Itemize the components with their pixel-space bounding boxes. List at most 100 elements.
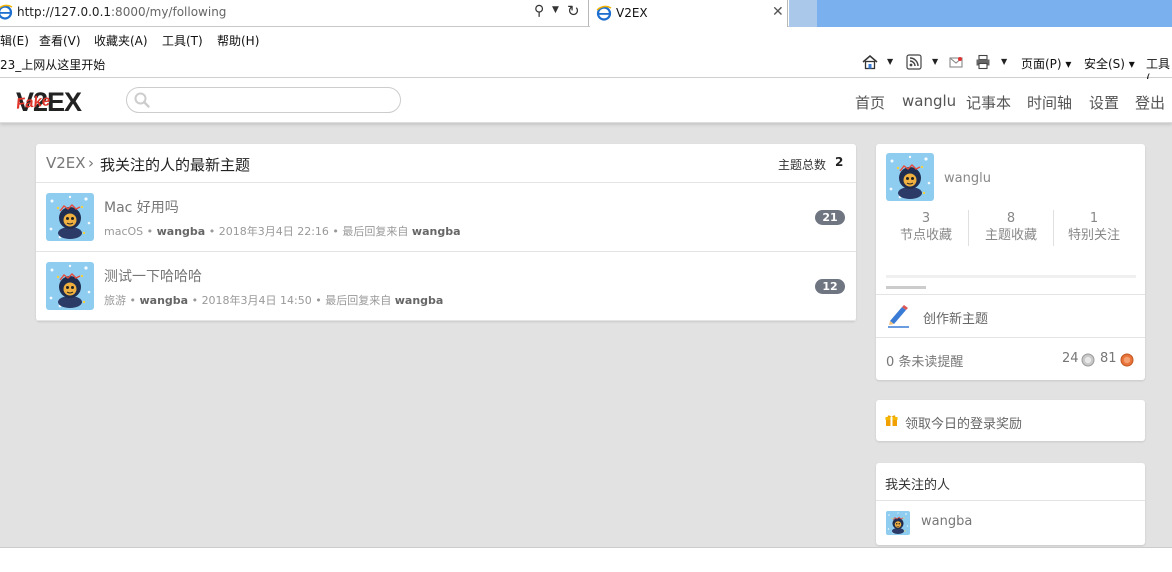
- author-avatar[interactable]: [46, 262, 94, 310]
- tab-ie-icon: [596, 5, 612, 21]
- reply-count-badge[interactable]: 21: [815, 210, 845, 225]
- topic-title[interactable]: Mac 好用吗: [104, 197, 179, 217]
- menu-tools[interactable]: 工具(T): [162, 32, 203, 49]
- home-dropdown-icon[interactable]: ▼: [887, 57, 893, 66]
- user-card: wanglu 3 节点收藏 8 主题收藏 1 特别关注 创作新主题 0 条未读提…: [876, 144, 1145, 380]
- topic-title[interactable]: 测试一下哈哈哈: [104, 266, 202, 286]
- topic-author[interactable]: wangba: [157, 225, 206, 238]
- menu-help[interactable]: 帮助(H): [217, 32, 259, 49]
- topic-meta: 旅游 • wangba • 2018年3月4日 14:50 • 最后回复来自 w…: [104, 294, 444, 307]
- silver-count[interactable]: 24: [1062, 351, 1079, 366]
- feed-dropdown-icon[interactable]: ▼: [932, 57, 938, 66]
- breadcrumb-root[interactable]: V2EX: [46, 154, 86, 172]
- nav-settings[interactable]: 设置: [1089, 92, 1119, 113]
- tab-close-icon[interactable]: ✕: [772, 4, 784, 20]
- topic-total-count: 2: [835, 155, 844, 169]
- last-reply-label: 最后回复来自: [342, 225, 409, 238]
- url-path: :8000/my/following: [111, 5, 227, 19]
- address-dropdown-icon[interactable]: ▼: [552, 5, 559, 15]
- search-icon: [134, 92, 150, 108]
- divider: [876, 500, 1145, 501]
- mail-icon[interactable]: [948, 54, 964, 70]
- favorites-link[interactable]: 23_上网从这里开始: [0, 56, 105, 73]
- refresh-icon[interactable]: ↻: [567, 2, 580, 20]
- title-bar: [817, 0, 1172, 27]
- site-logo[interactable]: V2EX Fake: [15, 85, 108, 117]
- topic-node[interactable]: macOS: [104, 225, 143, 238]
- progress-track: [886, 275, 1136, 278]
- stat-number: 8: [1006, 211, 1016, 226]
- address-search-icon[interactable]: ⚲: [534, 3, 544, 19]
- print-dropdown-icon[interactable]: ▼: [1001, 57, 1007, 66]
- address-bar[interactable]: http://127.0.0.1:8000/my/following ⚲ ▼ ↻: [0, 0, 589, 26]
- topic-time: 2018年3月4日 22:16: [218, 225, 329, 238]
- topic-total-label: 主题总数: [778, 158, 827, 172]
- stat-label: 节点收藏: [899, 228, 952, 243]
- stat-label: 主题收藏: [984, 228, 1037, 243]
- feed-icon[interactable]: [906, 54, 922, 70]
- page-footer: [0, 547, 1172, 572]
- browser-tab[interactable]: V2EX ✕: [590, 0, 788, 27]
- ie-icon: [0, 4, 13, 20]
- pencil-icon[interactable]: [885, 302, 911, 328]
- user-name[interactable]: wanglu: [944, 171, 991, 186]
- followed-user-avatar[interactable]: [886, 511, 910, 535]
- topic-author[interactable]: wangba: [139, 294, 188, 307]
- breadcrumb-separator: ›: [88, 154, 94, 172]
- stat-node-favorites[interactable]: 3 节点收藏: [883, 211, 969, 247]
- safety-menu-label: 安全(S): [1084, 57, 1125, 71]
- url-host: http://127.0.0.1: [17, 5, 112, 19]
- daily-reward-card: 领取今日的登录奖励: [876, 400, 1145, 441]
- bronze-count[interactable]: 81: [1100, 351, 1117, 366]
- favorites-bar: 23_上网从这里开始 ▼ ▼ ▼ 页面(P) ▾ 安全(S) ▾ 工具(: [0, 51, 1172, 86]
- page-menu[interactable]: 页面(P) ▾: [1021, 55, 1071, 72]
- nav-profile[interactable]: wanglu: [902, 92, 956, 110]
- address-url[interactable]: http://127.0.0.1:8000/my/following: [17, 5, 226, 19]
- safety-menu[interactable]: 安全(S) ▾: [1084, 55, 1135, 72]
- divider: [876, 294, 1145, 295]
- topic-row: 测试一下哈哈哈 旅游 • wangba • 2018年3月4日 14:50 • …: [36, 252, 856, 321]
- search-box[interactable]: [126, 87, 401, 113]
- nav-notes[interactable]: 记事本: [966, 92, 1011, 113]
- address-row: http://127.0.0.1:8000/my/following ⚲ ▼ ↻…: [0, 0, 1172, 27]
- gift-icon: [885, 415, 898, 426]
- stat-special-follow[interactable]: 1 特别关注: [1051, 211, 1137, 247]
- following-topics-card: V2EX › 我关注的人的最新主题 主题总数 2 Mac 好用吗 macOS •…: [36, 144, 856, 321]
- last-reply-label: 最后回复来自: [325, 294, 392, 307]
- browser-chrome: http://127.0.0.1:8000/my/following ⚲ ▼ ↻…: [0, 0, 1172, 86]
- home-icon[interactable]: [862, 54, 878, 70]
- author-avatar[interactable]: [46, 193, 94, 241]
- stat-label: 特别关注: [1067, 228, 1120, 243]
- last-reply-user[interactable]: wangba: [412, 225, 461, 238]
- last-reply-user[interactable]: wangba: [395, 294, 444, 307]
- reply-count-badge[interactable]: 12: [815, 279, 845, 294]
- menu-edit[interactable]: 辑(E): [0, 32, 29, 49]
- menu-view[interactable]: 查看(V): [39, 32, 81, 49]
- tab-title: V2EX: [616, 6, 648, 20]
- print-icon[interactable]: [975, 54, 991, 70]
- stat-topic-favorites[interactable]: 8 主题收藏: [968, 211, 1054, 247]
- stat-number: 3: [921, 211, 931, 226]
- logo-overlay-text: Fake: [15, 92, 51, 113]
- silver-coin-icon: [1081, 353, 1095, 367]
- topic-row: Mac 好用吗 macOS • wangba • 2018年3月4日 22:16…: [36, 183, 856, 252]
- topic-meta: macOS • wangba • 2018年3月4日 22:16 • 最后回复来…: [104, 225, 461, 238]
- breadcrumb-current: 我关注的人的最新主题: [100, 156, 251, 174]
- nav-timeline[interactable]: 时间轴: [1027, 92, 1072, 113]
- menu-favorites[interactable]: 收藏夹(A): [94, 32, 148, 49]
- site-header: V2EX Fake 首页 wanglu 记事本 时间轴 设置 登出: [0, 79, 1172, 123]
- user-avatar[interactable]: [886, 153, 934, 201]
- progress-fill: [886, 286, 926, 289]
- unread-notifications-link[interactable]: 0 条未读提醒: [886, 351, 963, 370]
- following-title: 我关注的人: [885, 478, 951, 493]
- topic-node[interactable]: 旅游: [104, 294, 126, 307]
- following-card: 我关注的人 wangba: [876, 463, 1145, 545]
- new-topic-link[interactable]: 创作新主题: [923, 308, 988, 327]
- followed-user-name[interactable]: wangba: [921, 514, 972, 529]
- nav-home[interactable]: 首页: [855, 92, 885, 113]
- search-input[interactable]: [155, 92, 395, 109]
- page-menu-label: 页面(P): [1021, 57, 1062, 71]
- nav-logout[interactable]: 登出: [1135, 92, 1165, 113]
- daily-reward-link[interactable]: 领取今日的登录奖励: [905, 413, 1022, 432]
- new-tab-button[interactable]: [789, 0, 817, 27]
